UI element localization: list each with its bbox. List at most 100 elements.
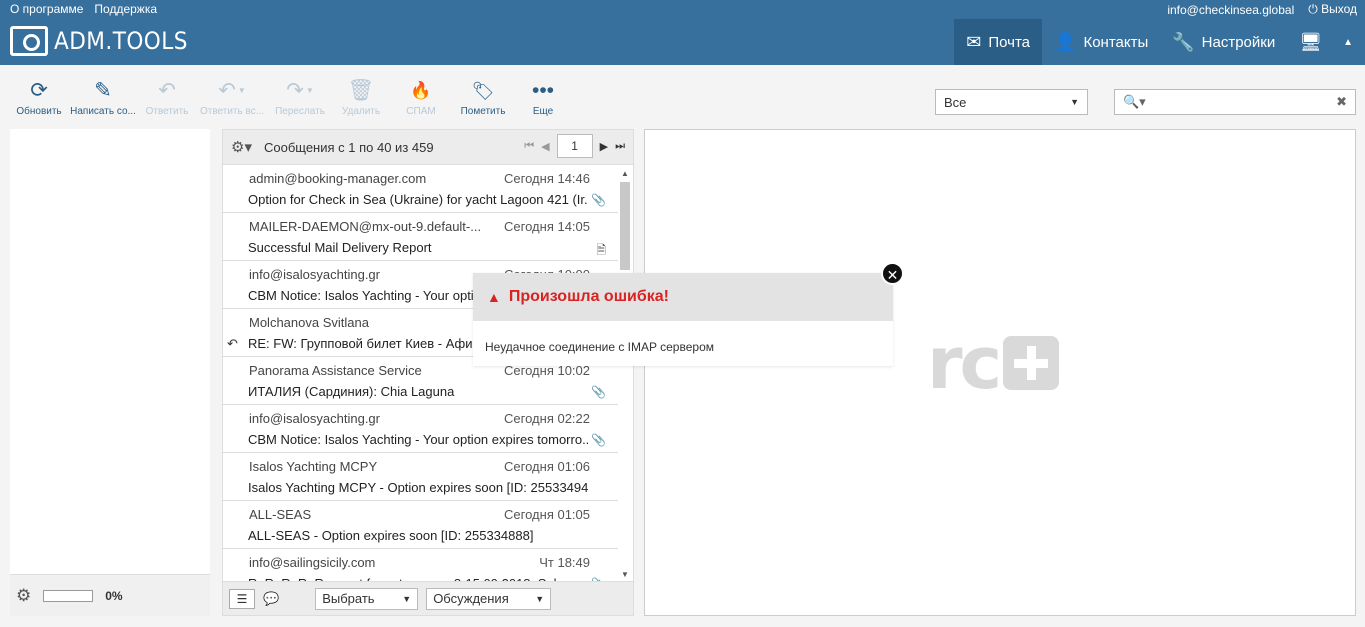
reply-all-label: Ответить вс... [199,106,265,117]
nav-screen-toggle[interactable]: 🖥 ▲ [1287,19,1365,65]
message-row[interactable]: info@sailingsicily.comЧт 18:49R: R: R: R… [223,549,618,582]
message-subject: Isalos Yachting MCPY - Option expires so… [248,480,588,495]
message-sender: info@isalosyachting.gr [249,411,380,426]
page-input[interactable]: 1 [556,134,593,158]
close-icon[interactable]: ✕ [881,262,904,285]
trash-icon: 🗑 [347,79,375,102]
gear-icon[interactable]: ⚙ [16,586,31,606]
error-dialog-header: ▲ Произошла ошибка! [473,273,893,321]
support-link[interactable]: Поддержка [94,2,157,16]
quota-text: 0% [105,588,123,603]
message-subject: CBM Notice: Isalos Yachting - Your optio… [248,432,588,447]
nav-mail[interactable]: ✉ Почта [954,19,1043,65]
reply-label: Ответить [145,106,189,117]
mark-label: Пометить [460,106,506,117]
envelope-icon: ✉ [966,31,982,52]
forward-label: Переслать [275,106,325,117]
message-row[interactable]: admin@booking-manager.com Сегодня 14:46 Op… [223,165,618,213]
user-email: info@checkinsea.global [1167,2,1295,17]
message-date: Сегодня 01:05 [504,507,590,522]
refresh-icon: ⟳ [30,79,48,102]
threads-dropdown[interactable]: Обсуждения ▼ [426,587,552,610]
nav-contacts[interactable]: 👤 Контакты [1042,19,1160,65]
top-links: О программе Поддержка [10,2,157,16]
top-right: info@checkinsea.global ⏻ Выход [1167,2,1357,17]
chevron-down-icon: ▼ [402,593,412,604]
logout-button[interactable]: ⏻ Выход [1308,2,1357,17]
filter-value: Все [944,94,967,110]
message-subject: ИТАЛИЯ (Сардиния): Chia Laguna [248,384,455,399]
message-subject: ALL-SEAS - Option expires soon [ID: 2553… [248,528,534,543]
list-view-button[interactable]: ☰ [229,588,255,609]
document-icon: 🗎 [596,243,606,257]
refresh-button[interactable]: ⟳ Обновить [10,76,68,117]
app-logo: ADM.TOOLS [10,26,203,56]
fire-icon: 🔥 [410,81,432,100]
reply-all-icon: ↶ ▼ [218,79,246,102]
message-date: Сегодня 14:46 [504,171,590,186]
paperclip-icon: 📎 [591,433,606,447]
toolbar: ⟳ Обновить ✎ Написать со... ↶ Ответить ↶… [10,76,572,117]
logout-label: Выход [1321,2,1357,16]
search-input[interactable]: 🔍▾ ✖ [1114,89,1356,115]
first-page-icon[interactable]: ⏮ [524,140,534,153]
filter-select[interactable]: Все ▼ [935,89,1088,115]
message-row[interactable]: info@isalosyachting.gr Сегодня 02:22 CBM N… [223,405,618,453]
message-row[interactable]: Isalos Yachting MCPY Сегодня 01:06 Isalos … [223,453,618,501]
message-sender: info@isalosyachting.gr [249,267,380,282]
nav-settings[interactable]: 🔧 Настройки [1160,19,1287,65]
more-button[interactable]: ••• Еще [514,76,572,117]
roundcube-logo: rc [927,321,1060,405]
folder-panel: ⚙ 0% [10,129,210,616]
pager: ⏮ ◀ 1 ▶ ⏭ [524,134,625,158]
scroll-thumb[interactable] [620,182,630,270]
replied-icon: ↶ [227,336,238,351]
mark-button[interactable]: 🏷 Пометить [452,76,514,117]
message-date: Сегодня 02:22 [504,411,590,426]
message-date: Сегодня 14:05 [504,219,590,234]
collapse-icon: ▲ [1343,36,1353,48]
logo-icon [10,26,48,56]
message-sender: info@sailingsicily.com [249,555,376,570]
select-dropdown[interactable]: Выбрать ▼ [315,587,419,610]
scroll-down-icon[interactable]: ▼ [621,570,629,579]
delete-label: Удалить [341,106,381,117]
plus-icon [1003,336,1060,390]
pencil-icon: ✎ [94,79,112,102]
logo-text: ADM.TOOLS [54,27,188,55]
list-scrollbar[interactable]: ▲ ▼ [619,167,631,581]
list-options-icon[interactable]: ⚙▾ [231,138,252,156]
clear-search-icon[interactable]: ✖ [1336,94,1347,110]
quota-bar [43,589,94,602]
last-page-icon[interactable]: ⏭ [615,140,625,153]
prev-page-icon[interactable]: ◀ [541,140,549,153]
delete-button[interactable]: 🗑 Удалить [332,76,390,117]
scroll-up-icon[interactable]: ▲ [621,169,629,178]
reply-button[interactable]: ↶ Ответить [138,76,196,117]
message-sender: Isalos Yachting MCPY [249,459,378,474]
reply-all-button[interactable]: ↶ ▼ Ответить вс... [196,76,268,117]
message-list: admin@booking-manager.com Сегодня 14:46 Op… [223,165,618,582]
warning-icon: ▲ [487,289,501,305]
compose-button[interactable]: ✎ Написать со... [68,76,138,117]
message-row[interactable]: ALL-SEAS Сегодня 01:05 ALL-SEAS - Option e… [223,501,618,549]
next-page-icon[interactable]: ▶ [600,140,608,153]
error-title: Произошла ошибка! [508,288,669,305]
message-list-header: ⚙▾ Сообщения с 1 по 40 из 459 ⏮ ◀ 1 ▶ ⏭ [223,130,633,165]
about-link[interactable]: О программе [10,2,83,16]
spam-button[interactable]: 🔥 СПАМ [390,76,452,117]
select-dropdown-label: Выбрать [322,591,375,606]
forward-icon: ↷ ▼ [286,79,314,102]
message-row[interactable]: MAILER-DAEMON@mx-out-9.default-... Сегодн… [223,213,618,261]
roundcube-logo-mark: rc [927,321,1002,405]
reply-icon: ↶ [158,79,176,102]
threads-icon[interactable]: 💬 [263,591,279,607]
message-sender: Molchanova Svitlana [249,315,369,330]
nav-contacts-label: Контакты [1083,33,1149,51]
folder-footer: ⚙ 0% [10,574,210,616]
more-label: Еще [532,106,554,117]
forward-button[interactable]: ↷ ▼ Переслать [268,76,332,117]
wrench-icon: 🔧 [1172,31,1195,52]
nav-settings-label: Настройки [1201,33,1276,51]
chevron-down-icon: ▼ [535,593,545,604]
